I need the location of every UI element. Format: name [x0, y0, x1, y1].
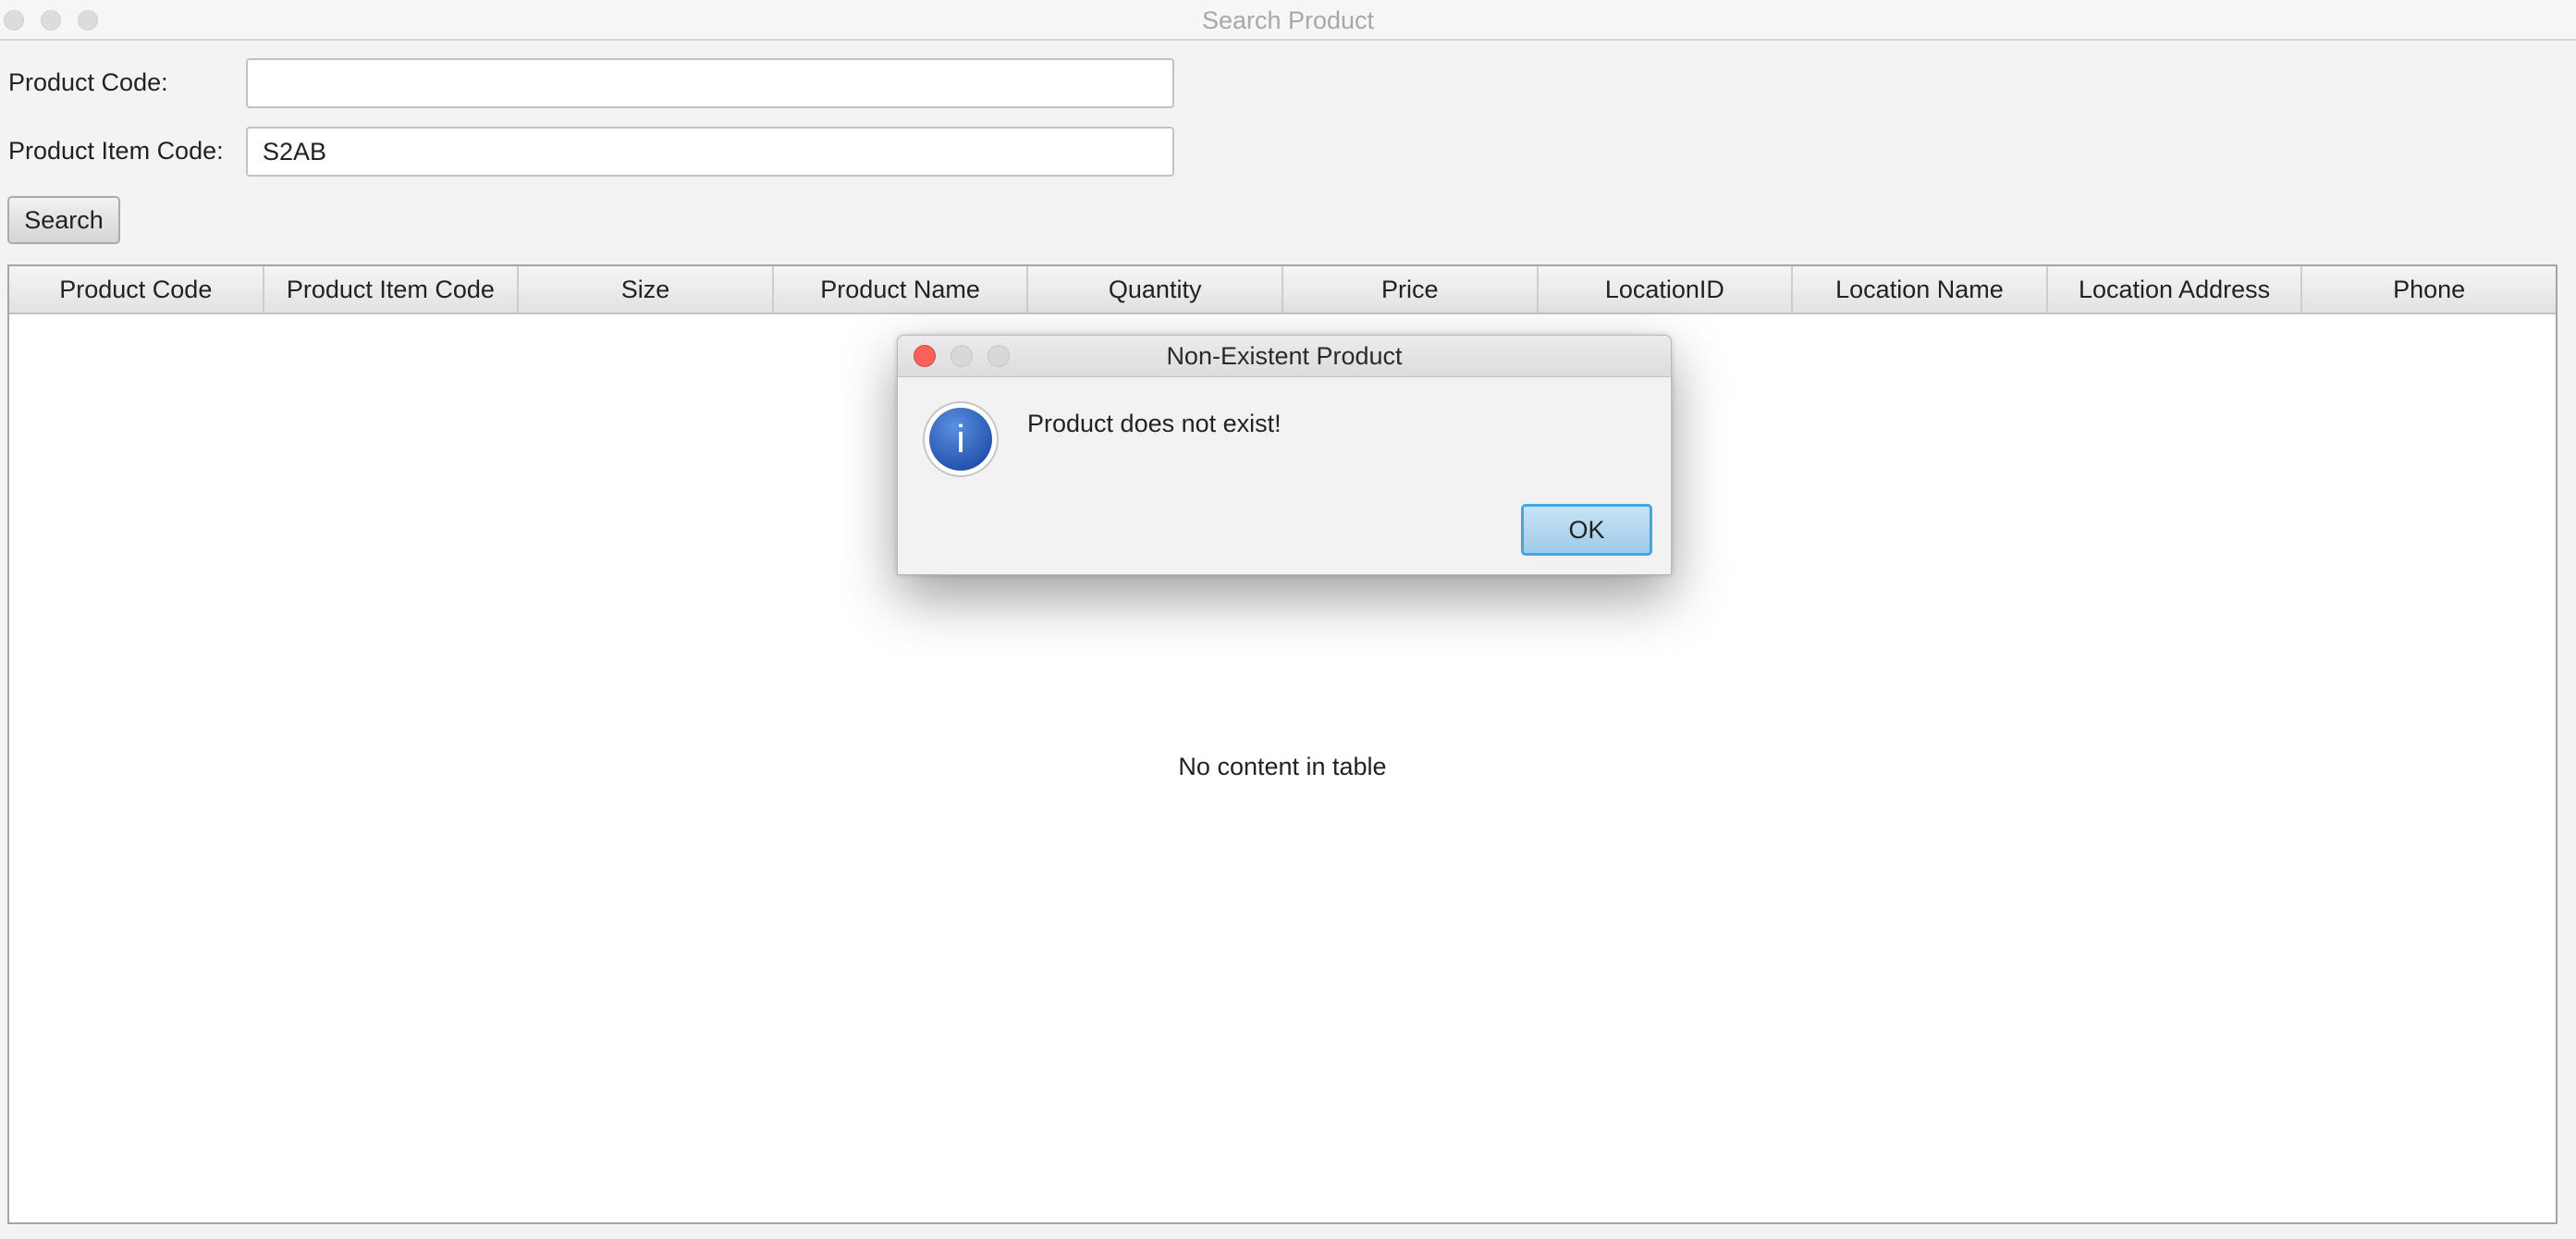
table-header: Product Code Product Item Code Size Prod…	[9, 266, 2556, 314]
window-titlebar: Search Product	[0, 0, 2576, 41]
window-title: Search Product	[1201, 6, 1375, 34]
column-header-product-name[interactable]: Product Name	[774, 266, 1029, 313]
column-header-location-address[interactable]: Location Address	[2048, 266, 2303, 313]
table-empty-placeholder: No content in table	[1178, 753, 1387, 780]
column-header-quantity[interactable]: Quantity	[1028, 266, 1283, 313]
dialog-titlebar[interactable]: Non-Existent Product	[898, 336, 1671, 377]
product-item-code-label: Product Item Code:	[8, 137, 224, 165]
column-header-phone[interactable]: Phone	[2302, 266, 2556, 313]
column-header-location-name[interactable]: Location Name	[1793, 266, 2048, 313]
product-item-code-input[interactable]	[246, 127, 1174, 177]
product-code-input[interactable]	[246, 58, 1174, 108]
dialog-message: Product does not exist!	[1027, 410, 1282, 437]
info-icon-glyph: i	[956, 417, 964, 460]
column-header-product-item-code[interactable]: Product Item Code	[264, 266, 520, 313]
alert-dialog: Non-Existent Product i Product does not …	[897, 335, 1672, 575]
search-button[interactable]: Search	[7, 196, 120, 244]
column-header-product-code[interactable]: Product Code	[9, 266, 264, 313]
dialog-title: Non-Existent Product	[1166, 342, 1403, 370]
info-icon: i	[923, 401, 999, 477]
ok-button[interactable]: OK	[1521, 504, 1652, 556]
column-header-size[interactable]: Size	[519, 266, 774, 313]
column-header-location-id[interactable]: LocationID	[1539, 266, 1794, 313]
column-header-price[interactable]: Price	[1283, 266, 1539, 313]
product-code-label: Product Code:	[8, 68, 168, 96]
